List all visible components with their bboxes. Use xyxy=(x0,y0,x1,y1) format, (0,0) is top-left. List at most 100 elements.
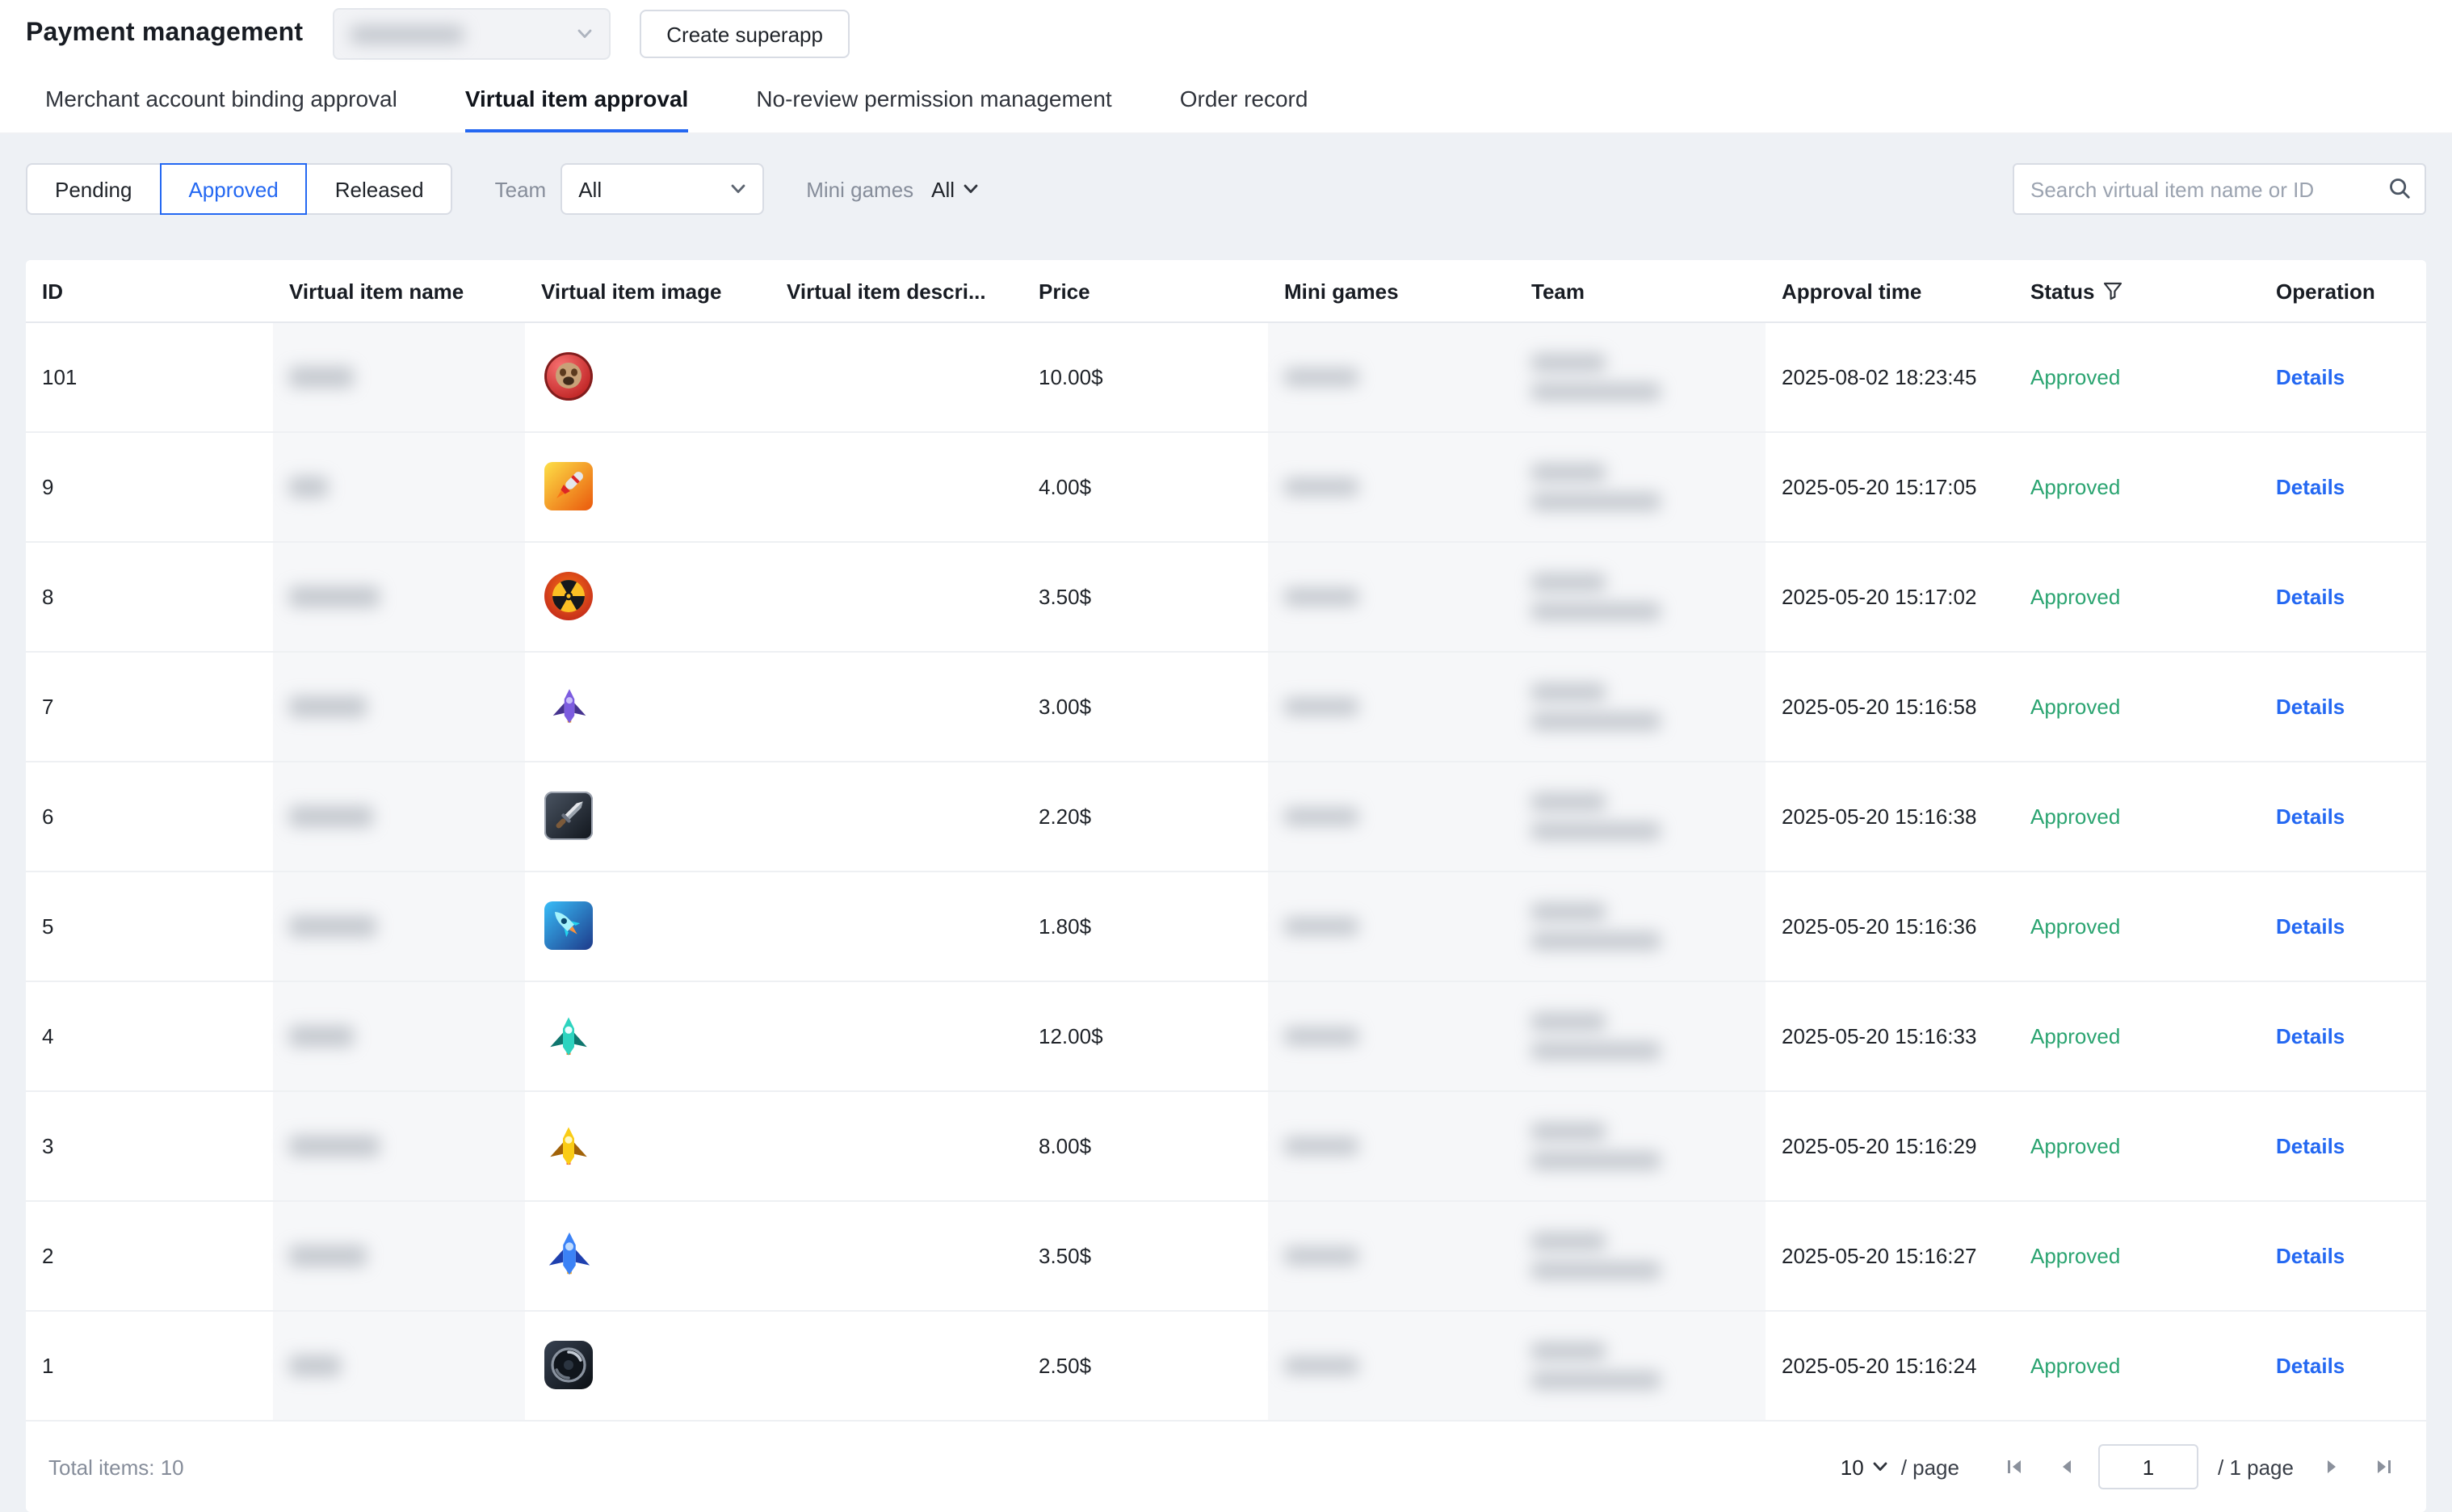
blue-ship-icon xyxy=(541,1228,596,1283)
app-select[interactable] xyxy=(332,8,610,60)
details-link[interactable]: Details xyxy=(2276,1354,2345,1378)
cell-mini-games-redacted xyxy=(1268,1311,1515,1421)
search-input[interactable] xyxy=(2013,163,2426,215)
previous-page-button[interactable] xyxy=(2047,1447,2085,1486)
create-superapp-button[interactable]: Create superapp xyxy=(639,10,850,58)
filter-funnel-icon[interactable] xyxy=(2102,280,2122,300)
purple-ship-icon xyxy=(541,679,596,734)
cell-price: 8.00$ xyxy=(1022,1091,1268,1201)
cell-item-description xyxy=(770,762,1022,872)
cell-item-name-redacted xyxy=(273,652,525,762)
cell-mini-games-redacted xyxy=(1268,872,1515,981)
column-header-approval_time: Approval time xyxy=(1766,260,2014,322)
cell-operation: Details xyxy=(2260,1091,2426,1201)
page-number-input[interactable] xyxy=(2098,1444,2198,1489)
redacted-text xyxy=(1284,1357,1358,1375)
column-header-id: ID xyxy=(26,260,273,322)
cell-mini-games-redacted xyxy=(1268,1201,1515,1311)
cell-item-image xyxy=(525,762,770,872)
details-link[interactable]: Details xyxy=(2276,1244,2345,1268)
table-row: 83.50$2025-05-20 15:17:02ApprovedDetails xyxy=(26,542,2426,652)
cell-operation: Details xyxy=(2260,432,2426,542)
cell-item-image xyxy=(525,652,770,762)
cell-item-name-redacted xyxy=(273,322,525,432)
status-badge: Approved xyxy=(2030,1354,2120,1378)
cell-approval-time: 2025-08-02 18:23:45 xyxy=(1766,322,2014,432)
cell-item-description xyxy=(770,981,1022,1091)
cell-status: Approved xyxy=(2014,762,2260,872)
search-box xyxy=(2013,163,2426,215)
filter-button-approved[interactable]: Approved xyxy=(159,163,307,215)
redacted-text xyxy=(1531,383,1661,401)
team-select[interactable]: All xyxy=(561,163,764,215)
redacted-text xyxy=(289,1355,341,1376)
page-size-suffix: / page xyxy=(1901,1455,1959,1479)
details-link[interactable]: Details xyxy=(2276,914,2345,939)
tab-virtual-item-approval[interactable]: Virtual item approval xyxy=(465,68,688,132)
cell-team-redacted xyxy=(1515,432,1766,542)
cell-mini-games-redacted xyxy=(1268,432,1515,542)
cell-id: 9 xyxy=(26,432,273,542)
cell-team-redacted xyxy=(1515,1091,1766,1201)
search-icon[interactable] xyxy=(2387,176,2412,208)
details-link[interactable]: Details xyxy=(2276,585,2345,609)
redacted-text xyxy=(1284,1027,1358,1045)
details-link[interactable]: Details xyxy=(2276,1024,2345,1048)
cell-price: 12.00$ xyxy=(1022,981,1268,1091)
cell-status: Approved xyxy=(2014,652,2260,762)
team-select-value: All xyxy=(578,177,602,201)
first-page-button[interactable] xyxy=(1995,1447,2034,1486)
filter-button-pending[interactable]: Pending xyxy=(26,163,161,215)
cell-item-name-redacted xyxy=(273,1311,525,1421)
details-link[interactable]: Details xyxy=(2276,365,2345,389)
cell-operation: Details xyxy=(2260,1311,2426,1421)
redacted-text xyxy=(289,696,367,717)
pug-badge-icon xyxy=(541,348,596,403)
chevron-down-icon xyxy=(1872,1459,1888,1475)
details-link[interactable]: Details xyxy=(2276,804,2345,829)
cell-approval-time: 2025-05-20 15:16:27 xyxy=(1766,1201,2014,1311)
page-size-value: 10 xyxy=(1841,1455,1864,1479)
redacted-text xyxy=(1531,603,1661,620)
cell-item-image xyxy=(525,1091,770,1201)
mini-games-select[interactable]: All xyxy=(928,163,982,215)
redacted-text xyxy=(1531,932,1661,950)
cell-id: 3 xyxy=(26,1091,273,1201)
column-header-status[interactable]: Status xyxy=(2014,260,2260,322)
status-badge: Approved xyxy=(2030,695,2120,719)
cell-team-redacted xyxy=(1515,981,1766,1091)
orb-icon xyxy=(541,1337,596,1392)
last-page-button[interactable] xyxy=(2365,1447,2404,1486)
table-row: 412.00$2025-05-20 15:16:33ApprovedDetail… xyxy=(26,981,2426,1091)
cell-id: 101 xyxy=(26,322,273,432)
cell-status: Approved xyxy=(2014,1311,2260,1421)
redacted-text xyxy=(289,586,380,607)
column-header-image: Virtual item image xyxy=(525,260,770,322)
next-page-button[interactable] xyxy=(2313,1447,2352,1486)
last-page-icon xyxy=(2374,1457,2394,1476)
redacted-text xyxy=(1284,1247,1358,1265)
cell-operation: Details xyxy=(2260,872,2426,981)
tabs: Merchant account binding approval Virtual… xyxy=(0,68,2452,134)
chevron-down-icon xyxy=(730,181,746,197)
table-footer: Total items: 10 10 / page / 1 page xyxy=(26,1422,2426,1512)
cell-team-redacted xyxy=(1515,1201,1766,1311)
tab-order-record[interactable]: Order record xyxy=(1180,68,1308,132)
status-badge: Approved xyxy=(2030,1244,2120,1268)
page-size-select[interactable]: 10 xyxy=(1841,1455,1888,1479)
cell-item-description xyxy=(770,432,1022,542)
cell-operation: Details xyxy=(2260,652,2426,762)
tab-no-review-permission-management[interactable]: No-review permission management xyxy=(756,68,1111,132)
column-header-price: Price xyxy=(1022,260,1268,322)
tab-merchant-account-binding-approval[interactable]: Merchant account binding approval xyxy=(45,68,397,132)
redacted-text xyxy=(289,1245,367,1266)
cell-item-name-redacted xyxy=(273,872,525,981)
cell-item-image xyxy=(525,872,770,981)
teal-ship-icon xyxy=(541,1009,596,1064)
filter-button-released[interactable]: Released xyxy=(306,163,453,215)
cell-operation: Details xyxy=(2260,762,2426,872)
details-link[interactable]: Details xyxy=(2276,695,2345,719)
details-link[interactable]: Details xyxy=(2276,475,2345,499)
details-link[interactable]: Details xyxy=(2276,1134,2345,1158)
status-badge: Approved xyxy=(2030,1134,2120,1158)
